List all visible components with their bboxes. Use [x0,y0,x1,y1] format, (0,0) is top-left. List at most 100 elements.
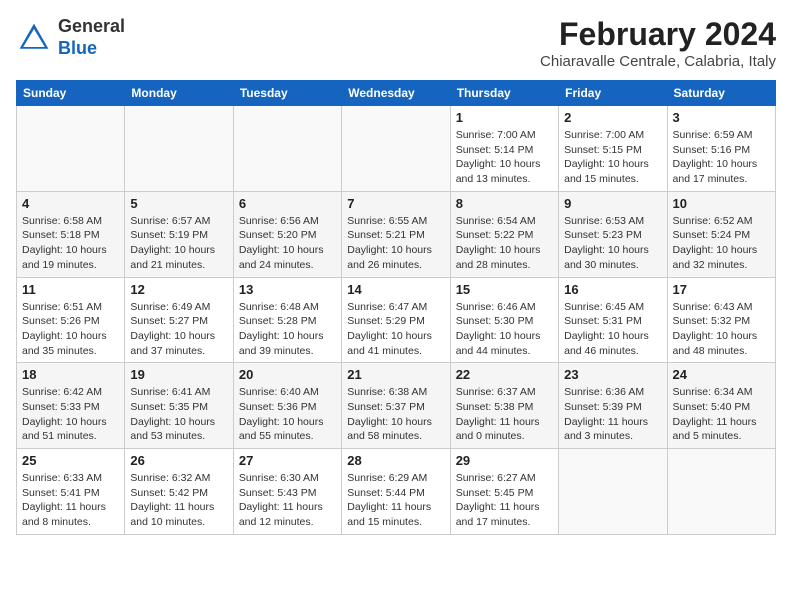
day-info: Sunrise: 6:34 AMSunset: 5:40 PMDaylight:… [673,385,770,444]
day-info: Sunrise: 7:00 AMSunset: 5:14 PMDaylight:… [456,128,553,187]
day-info: Sunrise: 6:38 AMSunset: 5:37 PMDaylight:… [347,385,444,444]
day-info: Sunrise: 6:51 AMSunset: 5:26 PMDaylight:… [22,300,119,359]
title-block: February 2024 Chiaravalle Centrale, Cala… [540,16,776,70]
day-number: 28 [347,453,444,468]
day-number: 2 [564,110,661,125]
day-number: 5 [130,196,227,211]
day-number: 26 [130,453,227,468]
calendar-cell: 11 Sunrise: 6:51 AMSunset: 5:26 PMDayligh… [17,277,125,363]
day-info: Sunrise: 6:59 AMSunset: 5:16 PMDaylight:… [673,128,770,187]
calendar-cell: 24Sunrise: 6:34 AMSunset: 5:40 PMDayligh… [667,363,775,449]
logo-icon [16,20,52,56]
calendar-cell: 4 Sunrise: 6:58 AMSunset: 5:18 PMDaylight… [17,191,125,277]
calendar-cell: 18 Sunrise: 6:42 AMSunset: 5:33 PMDayligh… [17,363,125,449]
day-number: 14 [347,282,444,297]
day-number: 10 [673,196,770,211]
calendar-cell: 7Sunrise: 6:55 AMSunset: 5:21 PMDaylight… [342,191,450,277]
calendar-cell: 25 Sunrise: 6:33 AMSunset: 5:41 PMDayligh… [17,449,125,535]
day-info: Sunrise: 6:36 AMSunset: 5:39 PMDaylight:… [564,385,661,444]
day-info: Sunrise: 6:41 AMSunset: 5:35 PMDaylight:… [130,385,227,444]
day-number: 17 [673,282,770,297]
day-number: 27 [239,453,336,468]
day-number: 18 [22,367,119,382]
day-number: 29 [456,453,553,468]
day-info: Sunrise: 6:27 AMSunset: 5:45 PMDaylight:… [456,471,553,530]
day-of-week-header: Thursday [450,81,558,106]
calendar-cell [233,106,341,192]
day-of-week-header: Sunday [17,81,125,106]
calendar-cell [667,449,775,535]
calendar-cell: 6Sunrise: 6:56 AMSunset: 5:20 PMDaylight… [233,191,341,277]
day-info: Sunrise: 6:49 AMSunset: 5:27 PMDaylight:… [130,300,227,359]
calendar-cell: 27 Sunrise: 6:30 AMSunset: 5:43 PMDayligh… [233,449,341,535]
calendar-cell: 16Sunrise: 6:45 AMSunset: 5:31 PMDayligh… [559,277,667,363]
calendar-week-row: 25 Sunrise: 6:33 AMSunset: 5:41 PMDayligh… [17,449,776,535]
day-number: 1 [456,110,553,125]
calendar-title: February 2024 [540,16,776,53]
day-number: 12 [130,282,227,297]
day-info: Sunrise: 6:47 AMSunset: 5:29 PMDaylight:… [347,300,444,359]
calendar-cell: 10 Sunrise: 6:52 AMSunset: 5:24 PMDayligh… [667,191,775,277]
calendar-cell: 23 Sunrise: 6:36 AMSunset: 5:39 PMDayligh… [559,363,667,449]
calendar-cell: 5 Sunrise: 6:57 AMSunset: 5:19 PMDaylight… [125,191,233,277]
day-number: 15 [456,282,553,297]
day-info: Sunrise: 6:46 AMSunset: 5:30 PMDaylight:… [456,300,553,359]
day-number: 11 [22,282,119,297]
calendar-cell: 9 Sunrise: 6:53 AMSunset: 5:23 PMDaylight… [559,191,667,277]
calendar-cell: 8 Sunrise: 6:54 AMSunset: 5:22 PMDaylight… [450,191,558,277]
calendar-cell: 1 Sunrise: 7:00 AMSunset: 5:14 PMDaylight… [450,106,558,192]
day-number: 16 [564,282,661,297]
calendar-cell: 22Sunrise: 6:37 AMSunset: 5:38 PMDayligh… [450,363,558,449]
calendar-cell: 19 Sunrise: 6:41 AMSunset: 5:35 PMDayligh… [125,363,233,449]
day-info: Sunrise: 6:53 AMSunset: 5:23 PMDaylight:… [564,214,661,273]
day-number: 3 [673,110,770,125]
day-info: Sunrise: 6:48 AMSunset: 5:28 PMDaylight:… [239,300,336,359]
day-info: Sunrise: 6:52 AMSunset: 5:24 PMDaylight:… [673,214,770,273]
day-info: Sunrise: 6:54 AMSunset: 5:22 PMDaylight:… [456,214,553,273]
calendar-cell: 3 Sunrise: 6:59 AMSunset: 5:16 PMDaylight… [667,106,775,192]
calendar-body: 1 Sunrise: 7:00 AMSunset: 5:14 PMDaylight… [17,106,776,535]
calendar-cell: 2 Sunrise: 7:00 AMSunset: 5:15 PMDaylight… [559,106,667,192]
day-number: 4 [22,196,119,211]
day-number: 23 [564,367,661,382]
day-of-week-header: Monday [125,81,233,106]
day-info: Sunrise: 6:32 AMSunset: 5:42 PMDaylight:… [130,471,227,530]
calendar-cell: 28 Sunrise: 6:29 AMSunset: 5:44 PMDayligh… [342,449,450,535]
logo-text: General Blue [58,16,125,59]
day-info: Sunrise: 6:58 AMSunset: 5:18 PMDaylight:… [22,214,119,273]
day-info: Sunrise: 6:30 AMSunset: 5:43 PMDaylight:… [239,471,336,530]
calendar-cell [125,106,233,192]
day-info: Sunrise: 6:37 AMSunset: 5:38 PMDaylight:… [456,385,553,444]
day-of-week-header: Wednesday [342,81,450,106]
day-number: 9 [564,196,661,211]
calendar-cell [17,106,125,192]
day-info: Sunrise: 6:29 AMSunset: 5:44 PMDaylight:… [347,471,444,530]
calendar-header: SundayMondayTuesdayWednesdayThursdayFrid… [17,81,776,106]
day-info: Sunrise: 7:00 AMSunset: 5:15 PMDaylight:… [564,128,661,187]
calendar-cell: 17 Sunrise: 6:43 AMSunset: 5:32 PMDayligh… [667,277,775,363]
page-header: General Blue February 2024 Chiaravalle C… [16,16,776,70]
day-info: Sunrise: 6:33 AMSunset: 5:41 PMDaylight:… [22,471,119,530]
calendar-cell [559,449,667,535]
day-number: 25 [22,453,119,468]
calendar-table: SundayMondayTuesdayWednesdayThursdayFrid… [16,80,776,535]
calendar-cell: 21Sunrise: 6:38 AMSunset: 5:37 PMDayligh… [342,363,450,449]
day-number: 8 [456,196,553,211]
day-info: Sunrise: 6:57 AMSunset: 5:19 PMDaylight:… [130,214,227,273]
day-number: 19 [130,367,227,382]
calendar-subtitle: Chiaravalle Centrale, Calabria, Italy [540,53,776,70]
day-number: 20 [239,367,336,382]
calendar-cell: 13Sunrise: 6:48 AMSunset: 5:28 PMDayligh… [233,277,341,363]
calendar-cell: 15 Sunrise: 6:46 AMSunset: 5:30 PMDayligh… [450,277,558,363]
calendar-cell: 12 Sunrise: 6:49 AMSunset: 5:27 PMDayligh… [125,277,233,363]
day-of-week-header: Saturday [667,81,775,106]
day-info: Sunrise: 6:42 AMSunset: 5:33 PMDaylight:… [22,385,119,444]
calendar-cell: 29 Sunrise: 6:27 AMSunset: 5:45 PMDayligh… [450,449,558,535]
logo: General Blue [16,16,125,59]
day-info: Sunrise: 6:43 AMSunset: 5:32 PMDaylight:… [673,300,770,359]
day-info: Sunrise: 6:55 AMSunset: 5:21 PMDaylight:… [347,214,444,273]
calendar-week-row: 4 Sunrise: 6:58 AMSunset: 5:18 PMDaylight… [17,191,776,277]
day-of-week-header: Friday [559,81,667,106]
calendar-week-row: 1 Sunrise: 7:00 AMSunset: 5:14 PMDaylight… [17,106,776,192]
day-number: 6 [239,196,336,211]
